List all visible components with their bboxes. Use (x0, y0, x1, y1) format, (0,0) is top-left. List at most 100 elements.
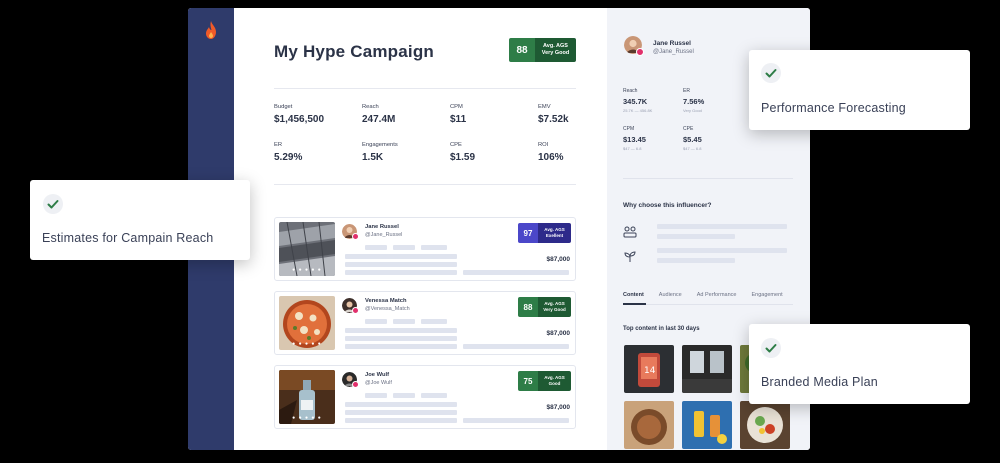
ags-label-line2: Exellent (545, 233, 564, 238)
stat-value: $5.45 (683, 135, 702, 144)
content-tile[interactable] (740, 401, 790, 449)
stat-er: ER 7.56% Very Good (683, 88, 743, 113)
stat-reach: Reach 345.7K 25.7K — 456.8K (623, 88, 683, 113)
flame-icon[interactable] (202, 20, 220, 40)
content-tile[interactable]: 14 (624, 345, 674, 393)
placeholder-bar (393, 319, 415, 324)
placeholder-bar (421, 245, 447, 250)
placeholder-bar (345, 262, 457, 267)
instagram-icon (352, 381, 359, 388)
placeholder-bar (393, 245, 415, 250)
metric-value: 106% (538, 152, 564, 163)
ags-label-line1: Avg. AGS (543, 42, 568, 49)
post-thumbnail[interactable]: ● ● ● ● ● (279, 222, 335, 276)
ags-score: 88 (518, 297, 538, 317)
stat-sub: 25.7K — 456.8K (623, 108, 653, 113)
placeholder-bar (421, 319, 447, 324)
post-thumbnail[interactable]: ● ● ● ● ● (279, 370, 335, 424)
placeholder-bar (365, 393, 387, 398)
campaign-metrics: Budget $1,456,500 Reach 247.4M CPM $11 EMV $… (274, 104, 584, 163)
stat-label: CPM (623, 126, 635, 132)
content-tile[interactable] (682, 345, 732, 393)
metric-label: EMV (538, 104, 551, 110)
metric-label: ER (274, 142, 283, 148)
carousel-dots[interactable]: ● ● ● ● ● (279, 341, 335, 347)
feature-card-media-plan: Branded Media Plan (749, 324, 970, 404)
instagram-icon (636, 48, 644, 56)
ags-score: 88 (509, 38, 535, 62)
placeholder-bar (657, 224, 787, 229)
metric-value: $11 (450, 114, 467, 125)
campaign-ags-badge: 88 Avg. AGS Very Good (509, 38, 576, 62)
ags-score: 75 (518, 371, 538, 391)
placeholder-bar (345, 328, 457, 333)
placeholder-bar (657, 234, 735, 239)
influencer-handle: @Jane_Russel (365, 232, 403, 238)
feature-card-reach: Estimates for Campain Reach (30, 180, 250, 260)
why-choose-heading: Why choose this influencer? (623, 202, 712, 209)
stat-value: $13.45 (623, 135, 646, 144)
influencer-handle: @Joe Wulf (365, 380, 392, 386)
drinks-photo (682, 401, 732, 449)
phone-photo: 14 (624, 345, 674, 393)
placeholder-bar (463, 270, 569, 275)
tab-audience[interactable]: Audience (659, 292, 682, 298)
metric-roi: ROI 106% (538, 142, 584, 163)
plant-icon (624, 251, 636, 262)
feature-label: Estimates for Campain Reach (42, 231, 214, 245)
post-thumbnail[interactable]: ● ● ● ● ● (279, 296, 335, 350)
ags-badge: 97 Avg. AGS Exellent (518, 223, 571, 243)
carousel-dots[interactable]: ● ● ● ● ● (279, 415, 335, 421)
metric-value: $1,456,500 (274, 114, 325, 125)
placeholder-bar (657, 248, 787, 253)
placeholder-bar (365, 319, 387, 324)
active-tab-indicator (623, 303, 646, 305)
stat-sub: $47 — 6.8 (683, 146, 702, 151)
placeholder-bar (345, 270, 457, 275)
influencer-name[interactable]: Joe Wulf (365, 372, 389, 378)
ags-badge: 88 Avg. AGS Very Good (518, 297, 571, 317)
influencer-price: $87,000 (546, 256, 571, 263)
influencer-name[interactable]: Jane Russel (365, 224, 399, 230)
placeholder-bar (345, 402, 457, 407)
influencer-name[interactable]: Venessa Match (365, 298, 407, 304)
placeholder-bar (463, 344, 569, 349)
check-icon (43, 194, 63, 214)
tab-ad-performance[interactable]: Ad Performance (697, 292, 737, 298)
page-title: My Hype Campaign (274, 42, 435, 61)
interior-photo (682, 345, 732, 393)
metric-value: 1.5K (362, 152, 384, 163)
stat-sub: $47 — 6.8 (623, 146, 642, 151)
stat-label: Reach (623, 88, 638, 94)
feature-label: Branded Media Plan (761, 375, 878, 389)
content-tile[interactable] (682, 401, 732, 449)
influencer-card[interactable]: ● ● ● ● ● Jane Russel @Jane_Russel 97 Av… (274, 217, 576, 281)
metric-label: Reach (362, 104, 379, 110)
stat-value: 7.56% (683, 97, 705, 106)
metric-label: Budget (274, 104, 293, 110)
instagram-icon (352, 307, 359, 314)
influencer-price: $87,000 (546, 404, 571, 411)
top-content-heading: Top content in last 30 days (623, 326, 700, 332)
salad-photo (740, 401, 790, 449)
placeholder-bar (365, 245, 387, 250)
ags-label: Avg. AGS Very Good (535, 38, 576, 62)
audience-icon (623, 226, 637, 238)
check-icon (761, 63, 781, 83)
influencer-card[interactable]: ● ● ● ● ● Venessa Match @Venessa_Match 8… (274, 291, 576, 355)
tab-content[interactable]: Content (623, 292, 644, 298)
stat-label: ER (683, 88, 690, 94)
influencer-card[interactable]: ● ● ● ● ● Joe Wulf @Joe Wulf 75 Avg. AGS… (274, 365, 576, 429)
metric-engagements: Engagements 1.5K (362, 142, 450, 163)
stat-sub: Very Good (683, 108, 702, 113)
carousel-dots[interactable]: ● ● ● ● ● (279, 267, 335, 273)
metric-er: ER 5.29% (274, 142, 362, 163)
stat-cpe: CPE $5.45 $47 — 6.8 (683, 126, 743, 151)
tab-engagement[interactable]: Engagement (751, 292, 782, 298)
content-tile[interactable] (624, 401, 674, 449)
placeholder-bar (345, 344, 457, 349)
metric-value: 5.29% (274, 152, 303, 163)
placeholder-bar (345, 336, 457, 341)
metric-value: $1.59 (450, 152, 476, 163)
metric-label: Engagements (362, 142, 398, 148)
